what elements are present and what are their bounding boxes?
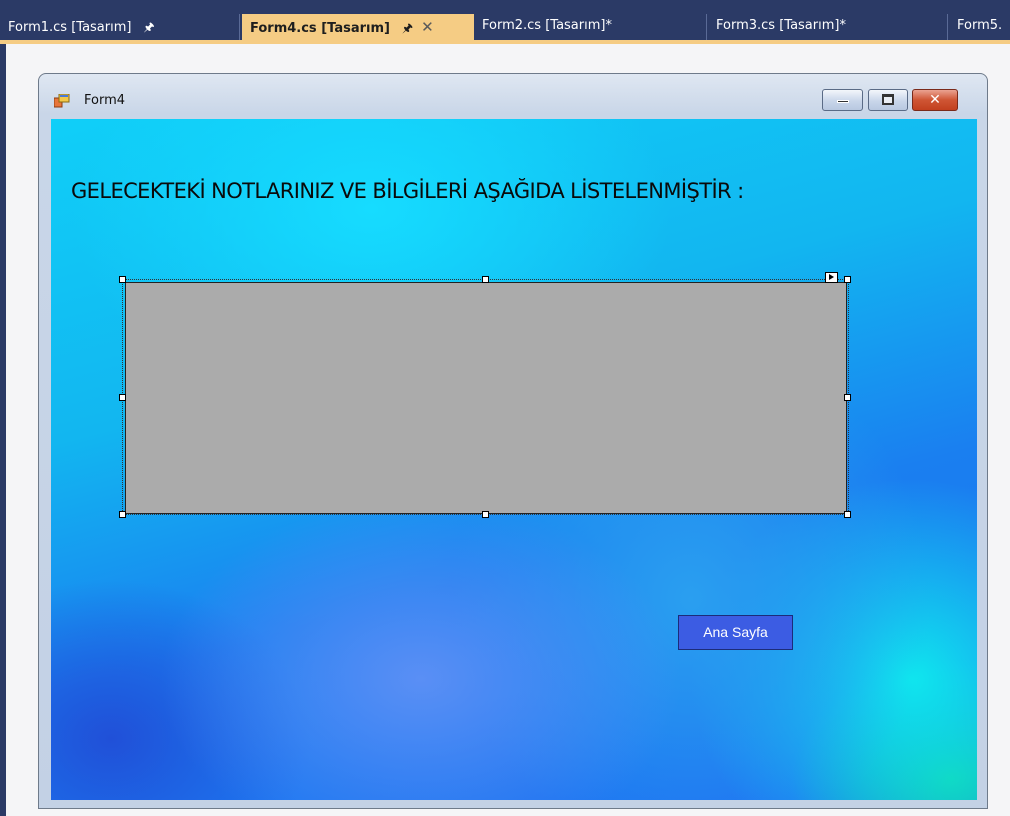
close-icon[interactable]: ✕ <box>421 18 434 36</box>
resize-handle-top[interactable] <box>482 276 489 283</box>
data-grid-view[interactable] <box>125 282 847 514</box>
resize-handle-right[interactable] <box>844 394 851 401</box>
resize-handle-top-right[interactable] <box>844 276 851 283</box>
close-button[interactable]: ✕ <box>912 89 958 111</box>
maximize-icon <box>882 94 894 105</box>
maximize-button[interactable] <box>868 89 908 111</box>
resize-handle-bottom-right[interactable] <box>844 511 851 518</box>
tab-label: Form4.cs [Tasarım] <box>250 21 390 36</box>
page-heading: GELECEKTEKİ NOTLARINIZ VE BİLGİLERİ AŞAĞ… <box>71 179 744 203</box>
tab-form1[interactable]: Form1.cs [Tasarım] 🖈︎ <box>0 14 240 40</box>
close-icon: ✕ <box>929 92 941 108</box>
tab-form4[interactable]: Form4.cs [Tasarım] 🖈︎ ✕ <box>242 14 474 40</box>
tab-form2[interactable]: Form2.cs [Tasarım]* <box>474 14 707 40</box>
tab-form5[interactable]: Form5. <box>949 14 1010 40</box>
form-title-bar[interactable]: Form4 ✕ <box>39 74 987 118</box>
pin-icon[interactable]: 🖈︎ <box>143 20 154 34</box>
form-title: Form4 <box>84 93 126 108</box>
tab-label: Form3.cs [Tasarım]* <box>716 18 846 33</box>
form-icon <box>54 94 70 108</box>
resize-handle-left[interactable] <box>119 394 126 401</box>
resize-handle-bottom[interactable] <box>482 511 489 518</box>
minimize-button[interactable] <box>822 89 863 111</box>
tab-label: Form5. <box>957 18 1003 33</box>
resize-handle-top-left[interactable] <box>119 276 126 283</box>
tab-label: Form2.cs [Tasarım]* <box>482 18 612 33</box>
tab-label: Form1.cs [Tasarım] <box>8 20 132 35</box>
pin-icon[interactable]: 🖈︎ <box>402 21 413 35</box>
document-tab-strip: Form1.cs [Tasarım] 🖈︎ Form4.cs [Tasarım] 🖈… <box>0 0 1010 44</box>
minimize-icon <box>837 100 849 103</box>
form-window[interactable]: Form4 ✕ GELECEKTEKİ NOTLARINIZ VE BİLGİL… <box>38 73 988 809</box>
resize-handle-bottom-left[interactable] <box>119 511 126 518</box>
smart-tag-button[interactable] <box>825 272 838 283</box>
form-client-area: GELECEKTEKİ NOTLARINIZ VE BİLGİLERİ AŞAĞ… <box>51 119 977 800</box>
smart-tag-arrow-icon <box>829 274 834 280</box>
tab-form3[interactable]: Form3.cs [Tasarım]* <box>708 14 948 40</box>
ana-sayfa-button[interactable]: Ana Sayfa <box>678 615 793 650</box>
